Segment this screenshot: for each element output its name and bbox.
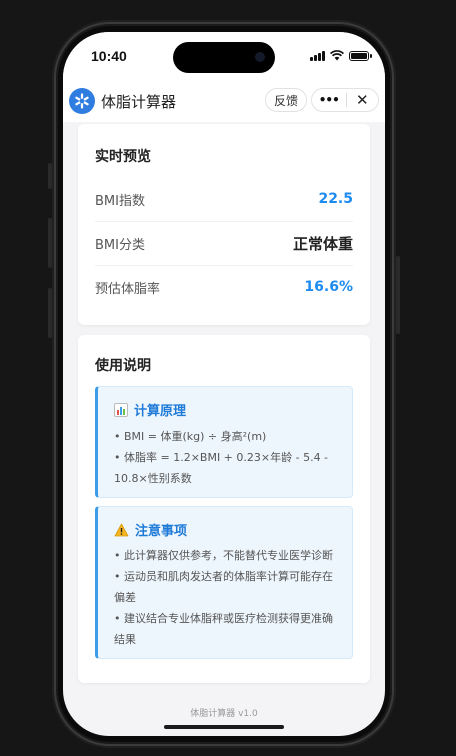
preview-title: 实时预览: [95, 149, 151, 165]
notes-line: • 此计算器仅供参考，不能替代专业医学诊断: [114, 549, 333, 562]
principle-title: 计算原理: [134, 404, 187, 419]
status-time: 10:40: [91, 48, 127, 64]
bmi-value: 22.5: [318, 191, 353, 207]
capsule-menu: ••• ✕: [311, 88, 379, 112]
silent-switch: [48, 163, 52, 189]
volume-down-button: [48, 288, 52, 338]
feedback-button[interactable]: 反馈: [265, 88, 308, 112]
camera-icon: [255, 52, 265, 62]
notes-header: 注意事项: [114, 520, 187, 539]
notes-title: 注意事项: [135, 524, 188, 539]
phone-screen: 10:40 体脂计算器 反馈 ••• ✕ 实时预览 BMI指数 22.5 BMI…: [63, 32, 385, 736]
bmi-category-row: BMI分类 正常体重: [95, 221, 353, 265]
footer-version: 体脂计算器 v1.0: [190, 709, 258, 719]
volume-up-button: [48, 218, 52, 268]
body-fat-value: 16.6%: [304, 279, 353, 295]
warning-icon: [114, 523, 129, 536]
body-fat-label: 预估体脂率: [95, 281, 161, 297]
dynamic-island: [173, 42, 275, 73]
mini-program-nav-bar: 体脂计算器 反馈 ••• ✕: [63, 82, 385, 122]
principle-line: • BMI = 体重(kg) ÷ 身高²(m): [114, 430, 267, 443]
bmi-category-value: 正常体重: [292, 234, 353, 253]
notes-box: 注意事项 • 此计算器仅供参考，不能替代专业医学诊断 • 运动员和肌肉发达者的体…: [95, 506, 353, 659]
status-icons: [310, 50, 372, 61]
home-indicator[interactable]: [164, 725, 284, 729]
instructions-title: 使用说明: [95, 358, 151, 374]
wifi-icon: [330, 50, 344, 61]
status-bar: 10:40: [63, 32, 385, 82]
app-logo-icon: [69, 88, 95, 114]
app-title: 体脂计算器: [101, 93, 177, 111]
principle-line: • 体脂率 = 1.2×BMI + 0.23×年龄 - 5.4 -: [114, 451, 329, 464]
notes-line: • 建议结合专业体脂秤或医疗检测获得更准确: [114, 612, 333, 625]
body-fat-row: 预估体脂率 16.6%: [95, 265, 353, 309]
instructions-card: 使用说明 计算原理 • BMI = 体重(kg) ÷ 身高²(m) • 体脂率 …: [78, 335, 370, 683]
signal-icon: [310, 50, 325, 61]
more-options-button[interactable]: •••: [312, 93, 346, 107]
principle-line: 10.8×性别系数: [114, 472, 192, 485]
bar-chart-icon: [114, 402, 128, 417]
principle-box: 计算原理 • BMI = 体重(kg) ÷ 身高²(m) • 体脂率 = 1.2…: [95, 386, 353, 498]
notes-line: 偏差: [114, 591, 136, 604]
notes-line: 结果: [114, 633, 136, 646]
bmi-row: BMI指数 22.5: [95, 177, 353, 221]
bmi-category-label: BMI分类: [95, 237, 145, 253]
principle-header: 计算原理: [114, 400, 186, 419]
battery-icon: [349, 50, 372, 61]
notes-line: • 运动员和肌肉发达者的体脂率计算可能存在: [114, 570, 333, 583]
close-button[interactable]: ✕: [346, 91, 378, 109]
preview-card: 实时预览 BMI指数 22.5 BMI分类 正常体重 预估体脂率 16.6%: [78, 124, 370, 325]
bmi-label: BMI指数: [95, 193, 145, 209]
power-button: [396, 256, 400, 334]
